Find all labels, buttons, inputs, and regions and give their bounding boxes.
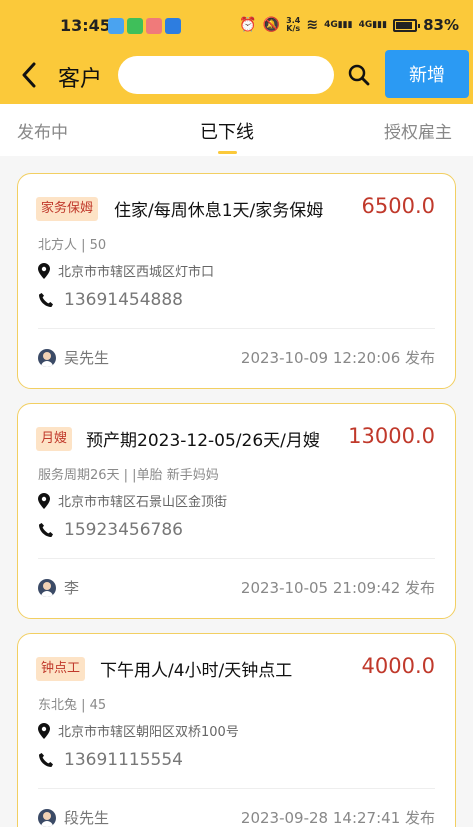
signal-label-2: 4G — [358, 20, 373, 30]
app-notification-icon — [127, 18, 143, 34]
app-notification-icon — [108, 18, 124, 34]
job-meta: 北方人 | 50 — [38, 238, 107, 253]
network-speed: 3.4 K/s — [286, 17, 300, 33]
phone-row[interactable]: 15923456786 — [38, 520, 183, 540]
phone-icon — [39, 753, 53, 767]
address-row: 北京市市辖区西城区灯市口 — [38, 261, 214, 280]
search-icon — [348, 64, 370, 86]
publish-time: 2023-09-28 14:27:41 发布 — [240, 809, 435, 827]
back-button[interactable] — [14, 58, 44, 92]
job-card[interactable]: 钟点工 下午用人/4小时/天钟点工 4000.0 东北兔 | 45 北京市市辖区… — [17, 633, 456, 827]
job-type-tag: 月嫂 — [36, 427, 73, 451]
alarm-icon: ⏰ — [239, 17, 257, 33]
tab-bar: 发布中 已下线 授权雇主 — [0, 104, 473, 156]
address-row: 北京市市辖区朝阳区双桥100号 — [38, 721, 239, 740]
app-notification-icon — [146, 18, 162, 34]
tab-publishing[interactable]: 发布中 — [17, 118, 68, 143]
phone-row[interactable]: 13691115554 — [38, 750, 183, 770]
mute-icon: 🔕 — [262, 17, 281, 33]
publisher-name: 李 — [64, 579, 80, 597]
phone-number: 13691115554 — [64, 750, 183, 770]
address-text: 北京市市辖区朝阳区双桥100号 — [58, 725, 239, 740]
job-type-tag: 家务保姆 — [36, 197, 99, 221]
job-price: 6500.0 — [361, 194, 435, 218]
phone-number: 13691454888 — [64, 290, 183, 310]
tab-offline[interactable]: 已下线 — [200, 118, 254, 144]
card-divider — [38, 328, 435, 329]
signal-label-1: 4G — [324, 20, 338, 30]
network-speed-unit: K/s — [286, 24, 301, 33]
notification-icons — [108, 18, 181, 34]
chevron-left-icon — [22, 62, 36, 88]
job-card[interactable]: 月嫂 预产期2023-12-05/26天/月嫂 13000.0 服务周期26天 … — [17, 403, 456, 619]
job-title: 下午用人/4小时/天钟点工 — [100, 661, 293, 681]
card-divider — [38, 558, 435, 559]
top-bar: 客户 新增 — [0, 48, 473, 104]
job-card[interactable]: 家务保姆 住家/每周休息1天/家务保姆 6500.0 北方人 | 50 北京市市… — [17, 173, 456, 389]
publisher-row: 李 — [38, 577, 79, 598]
publisher-row: 吴先生 — [38, 347, 109, 368]
job-price: 13000.0 — [348, 424, 435, 448]
location-pin-icon — [38, 492, 50, 509]
address-text: 北京市市辖区西城区灯市口 — [58, 265, 215, 280]
job-title: 住家/每周休息1天/家务保姆 — [114, 201, 324, 221]
tab-authorized-employer[interactable]: 授权雇主 — [384, 118, 452, 143]
app-notification-icon — [165, 18, 181, 34]
location-pin-icon — [38, 262, 50, 279]
wifi-icon: ≋ — [306, 17, 319, 33]
publisher-name: 吴先生 — [64, 349, 110, 367]
page-title: 客户 — [58, 67, 103, 92]
location-pin-icon — [38, 722, 50, 739]
search-button[interactable] — [344, 60, 374, 90]
avatar — [38, 578, 56, 597]
phone-number: 15923456786 — [64, 520, 183, 540]
phone-icon — [39, 523, 53, 537]
job-price: 4000.0 — [361, 654, 435, 678]
status-time: 13:45 — [60, 16, 111, 35]
publisher-name: 段先生 — [64, 809, 110, 827]
status-right: ⏰ 🔕 3.4 K/s ≋ 4G▮▮▮ 4G▮▮▮ 83% — [239, 16, 459, 34]
job-meta: 东北兔 | 45 — [38, 698, 107, 713]
signal-icon: 4G▮▮▮ — [358, 20, 388, 30]
battery-icon — [393, 18, 421, 32]
job-title: 预产期2023-12-05/26天/月嫂 — [86, 431, 320, 451]
publish-time: 2023-10-09 12:20:06 发布 — [240, 349, 435, 367]
address-text: 北京市市辖区石景山区金顶街 — [58, 495, 228, 510]
address-row: 北京市市辖区石景山区金顶街 — [38, 491, 227, 510]
avatar — [38, 808, 56, 827]
signal-icon: 4G▮▮▮ — [324, 20, 353, 30]
tab-active-indicator — [218, 151, 237, 154]
battery-percent: 83% — [423, 16, 459, 34]
add-button[interactable]: 新增 — [385, 50, 469, 98]
publish-time: 2023-10-05 21:09:42 发布 — [240, 579, 435, 597]
job-type-tag: 钟点工 — [36, 657, 86, 681]
job-meta: 服务周期26天 | |单胎 新手妈妈 — [38, 468, 219, 483]
card-divider — [38, 788, 435, 789]
phone-icon — [39, 293, 53, 307]
publisher-row: 段先生 — [38, 807, 109, 827]
avatar — [38, 348, 56, 367]
search-input[interactable] — [118, 56, 334, 94]
phone-row[interactable]: 13691454888 — [38, 290, 183, 310]
